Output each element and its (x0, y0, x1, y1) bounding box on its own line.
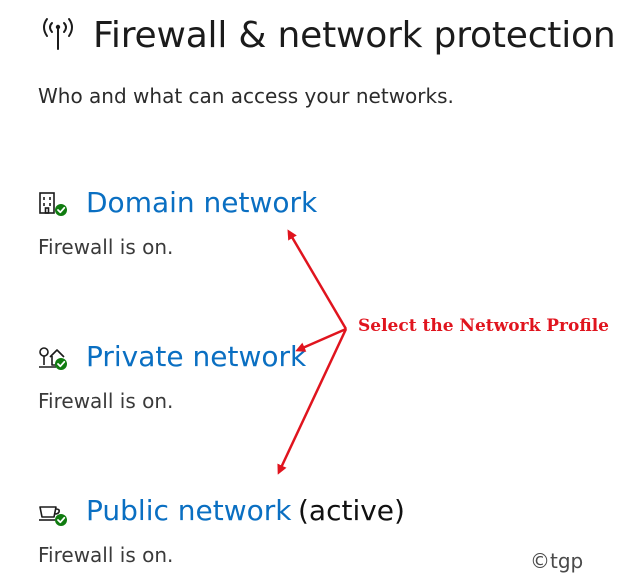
active-indicator: (active) (298, 494, 405, 527)
private-home-icon (38, 345, 68, 371)
annotation-label: Select the Network Profile (358, 316, 609, 336)
page-title: Firewall & network protection (93, 15, 616, 56)
page-subtitle: Who and what can access your networks. (38, 84, 454, 108)
public-coffee-icon (38, 501, 68, 527)
public-firewall-status: Firewall is on. (38, 543, 174, 567)
network-item-private[interactable]: Private network Firewall is on. (38, 337, 458, 437)
domain-firewall-status: Firewall is on. (38, 235, 174, 259)
domain-building-icon (38, 191, 68, 217)
domain-network-link[interactable]: Domain network (86, 183, 317, 223)
private-network-link[interactable]: Private network (86, 337, 306, 377)
antenna-icon (38, 15, 78, 51)
network-item-public[interactable]: Public network (active) Firewall is on. (38, 491, 458, 587)
private-firewall-status: Firewall is on. (38, 389, 174, 413)
watermark: ©tgp (530, 549, 584, 573)
page-header: Firewall & network protection (38, 12, 638, 64)
public-network-link[interactable]: Public network (86, 491, 291, 531)
network-item-domain[interactable]: Domain network Firewall is on. (38, 183, 458, 283)
